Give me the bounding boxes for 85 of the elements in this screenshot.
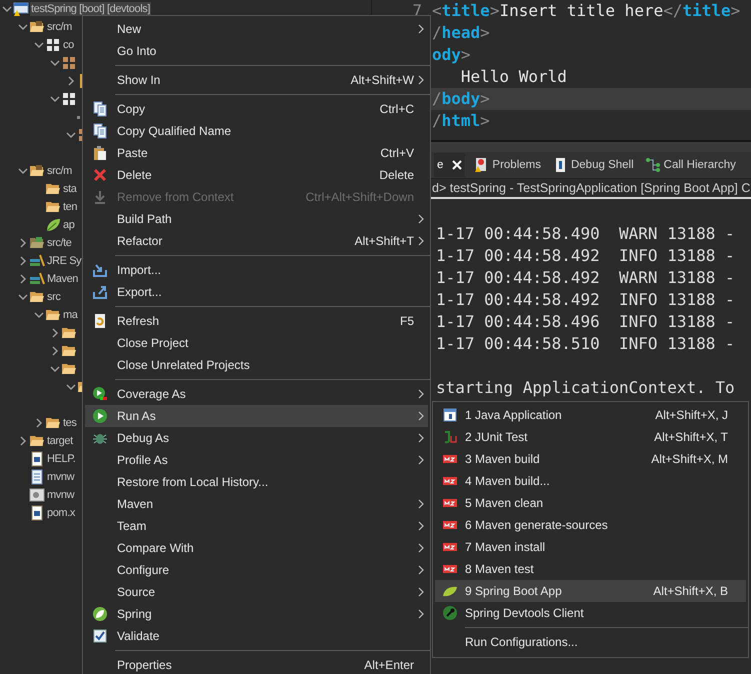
tree-item[interactable]: JRE Sy xyxy=(46,254,82,268)
menu-item[interactable]: 2 JUnit Test Alt+Shift+X, T xyxy=(435,426,746,448)
shortcut-text: Delete xyxy=(379,168,414,182)
shortcut-text: Alt+Shift+X, B xyxy=(653,584,728,598)
tree-item[interactable]: src xyxy=(46,290,62,304)
menu-item[interactable]: Close Unrelated Projects xyxy=(85,354,428,376)
menu-item[interactable]: Delete Delete xyxy=(85,164,428,186)
menu-item[interactable]: 3 Maven build Alt+Shift+X, M xyxy=(435,448,746,470)
tree-item[interactable]: src/te xyxy=(46,236,72,250)
menu-item[interactable]: Properties Alt+Enter xyxy=(85,654,428,674)
code-line: /head> xyxy=(431,22,490,44)
menu-item[interactable]: Export... xyxy=(85,281,428,303)
log-line: 1-17 00:44:58.496 INFO 13188 - xyxy=(436,312,735,331)
menu-item[interactable]: 4 Maven build... xyxy=(435,470,746,492)
tree-item[interactable]: mvnw xyxy=(46,470,76,484)
tree-item[interactable]: ma xyxy=(62,308,78,322)
menu-item[interactable]: Paste Ctrl+V xyxy=(85,142,428,164)
menu-item[interactable]: Maven xyxy=(85,493,428,515)
shortcut-text: Alt+Enter xyxy=(364,658,414,672)
tab[interactable]: Debug Shell xyxy=(548,153,637,177)
menu-item[interactable]: New xyxy=(85,18,428,40)
log-line: 1-17 00:44:58.510 INFO 13188 - xyxy=(436,334,735,353)
shortcut-text: Alt+Shift+X, M xyxy=(651,452,728,466)
shortcut-text: F5 xyxy=(400,314,414,328)
tab[interactable]: e xyxy=(434,153,466,177)
code-line: Hello World xyxy=(460,66,567,88)
menu-item[interactable]: 8 Maven test xyxy=(435,558,746,580)
tree-item[interactable]: pom.x xyxy=(46,506,76,520)
tree-item[interactable]: Maven xyxy=(46,272,80,286)
shortcut-text: Alt+Shift+X, T xyxy=(654,430,728,444)
menu-item[interactable]: Go Into xyxy=(85,40,428,62)
menu-item[interactable]: Debug As xyxy=(85,427,428,449)
tree-item[interactable]: co xyxy=(62,38,75,52)
menu-item[interactable]: Coverage As xyxy=(85,383,428,405)
menu-item[interactable]: Validate xyxy=(85,625,428,647)
code-line: /html> xyxy=(431,110,490,132)
menu-item[interactable]: 7 Maven install xyxy=(435,536,746,558)
shortcut-text: Ctrl+Alt+Shift+Down xyxy=(306,190,414,204)
log-line: 1-17 00:44:58.490 WARN 13188 - xyxy=(436,224,735,243)
shortcut-text: Alt+Shift+X, J xyxy=(655,408,728,422)
menu-item[interactable]: Restore from Local History... xyxy=(85,471,428,493)
menu-item[interactable]: 1 Java Application Alt+Shift+X, J xyxy=(435,404,746,426)
menu-item[interactable]: Configure xyxy=(85,559,428,581)
menu-item[interactable]: 5 Maven clean xyxy=(435,492,746,514)
tab[interactable]: Call Hierarchy xyxy=(642,153,739,177)
menu-item[interactable]: Refactor Alt+Shift+T xyxy=(85,230,428,252)
menu-item[interactable]: Import... xyxy=(85,259,428,281)
menu-item[interactable]: Copy Qualified Name xyxy=(85,120,428,142)
code-line: <title>Insert title here</title> xyxy=(431,0,740,22)
menu-item[interactable]: 9 Spring Boot App Alt+Shift+X, B xyxy=(435,580,746,602)
menu-item[interactable]: Run Configurations... xyxy=(435,631,746,653)
log-line: 1-17 00:44:58.492 WARN 13188 - xyxy=(436,268,735,287)
log-line: starting ApplicationContext. To xyxy=(436,378,735,397)
menu-item[interactable]: Run As xyxy=(85,405,428,427)
log-line: 1-17 00:44:58.492 INFO 13188 - xyxy=(436,290,735,309)
tree-item[interactable]: target xyxy=(46,434,74,448)
code-line: /body> xyxy=(431,88,490,110)
tree-item[interactable]: tes xyxy=(62,416,78,430)
menu-item[interactable]: Show In Alt+Shift+W xyxy=(85,69,428,91)
shortcut-text: Alt+Shift+T xyxy=(354,234,414,248)
menu-item[interactable]: Build Path xyxy=(85,208,428,230)
menu-item[interactable]: Compare With xyxy=(85,537,428,559)
tree-item[interactable]: src/m xyxy=(46,164,73,178)
tree-item[interactable]: ap xyxy=(62,218,76,232)
menu-item[interactable]: Team xyxy=(85,515,428,537)
code-line: ody> xyxy=(431,44,471,66)
tree-item[interactable]: testSpring [boot] [devtools] xyxy=(30,2,152,16)
menu-item[interactable]: Spring Devtools Client xyxy=(435,602,746,624)
shortcut-text: Alt+Shift+W xyxy=(350,73,414,87)
menu-item[interactable]: Refresh F5 xyxy=(85,310,428,332)
tree-item[interactable]: mvnw xyxy=(46,488,76,502)
shortcut-text: Ctrl+V xyxy=(380,146,414,160)
menu-item[interactable]: Close Project xyxy=(85,332,428,354)
menu-item[interactable]: Source xyxy=(85,581,428,603)
menu-item[interactable]: Profile As xyxy=(85,449,428,471)
menu-item[interactable]: 6 Maven generate-sources xyxy=(435,514,746,536)
tree-item[interactable]: src/m xyxy=(46,20,73,34)
tree-item[interactable]: sta xyxy=(62,182,78,196)
tab[interactable]: Problems xyxy=(470,153,544,177)
shortcut-text: Ctrl+C xyxy=(380,102,414,116)
tree-item[interactable]: HELP. xyxy=(46,452,76,466)
menu-item[interactable]: Spring xyxy=(85,603,428,625)
menu-item[interactable]: Copy Ctrl+C xyxy=(85,98,428,120)
tree-item[interactable]: ten xyxy=(62,200,78,214)
log-line: 1-17 00:44:58.492 INFO 13188 - xyxy=(436,246,735,265)
